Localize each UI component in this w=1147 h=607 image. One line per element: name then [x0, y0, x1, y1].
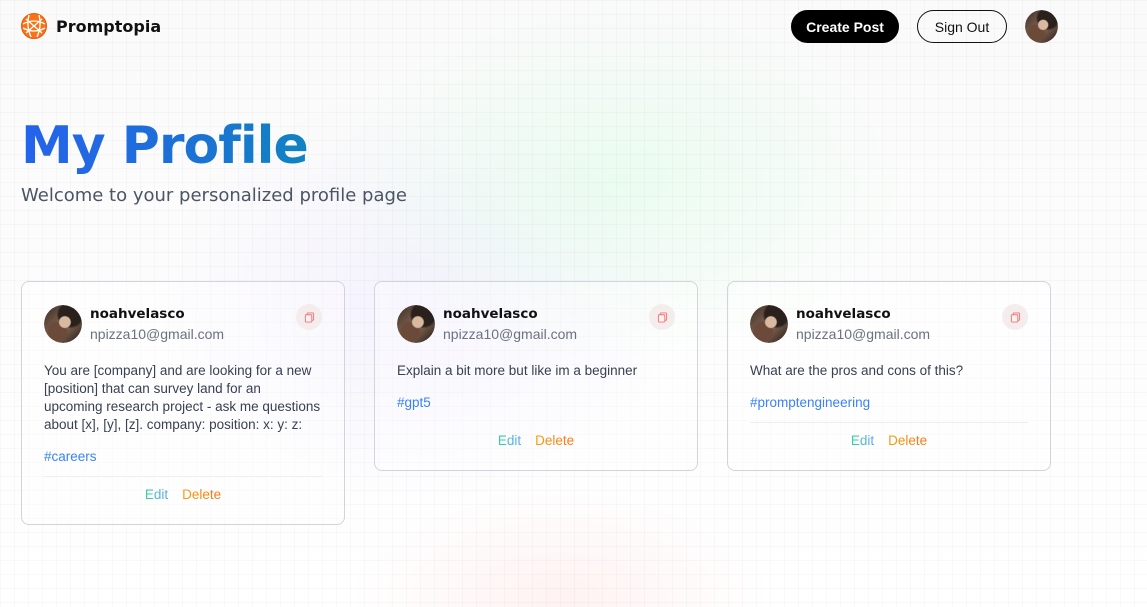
- card-header: noahvelasco npizza10@gmail.com: [397, 304, 675, 344]
- username: noahvelasco: [796, 306, 891, 322]
- app-name: Promptopia: [56, 16, 162, 36]
- user-email: npizza10@gmail.com: [443, 326, 578, 342]
- card-header: noahvelasco npizza10@gmail.com: [44, 304, 322, 344]
- user-avatar[interactable]: [397, 305, 435, 343]
- delete-button[interactable]: Delete: [535, 433, 574, 448]
- card-actions: Edit Delete: [44, 476, 322, 518]
- prompt-card: noahvelasco npizza10@gmail.com You are […: [21, 281, 345, 525]
- user-avatar[interactable]: [750, 305, 788, 343]
- copy-icon: [304, 311, 314, 323]
- profile-avatar[interactable]: [1025, 10, 1058, 43]
- edit-button[interactable]: Edit: [498, 433, 521, 448]
- avatar-image: [1025, 10, 1058, 43]
- edit-button[interactable]: Edit: [145, 487, 168, 502]
- sign-out-button[interactable]: Sign Out: [917, 10, 1007, 43]
- username: noahvelasco: [90, 306, 185, 322]
- prompt-tag[interactable]: #gpt5: [397, 394, 675, 412]
- prompt-card: noahvelasco npizza10@gmail.com What are …: [727, 281, 1051, 471]
- copy-icon: [1010, 311, 1020, 323]
- username: noahvelasco: [443, 306, 538, 322]
- delete-button[interactable]: Delete: [888, 433, 927, 448]
- prompt-text: What are the pros and cons of this?: [750, 363, 964, 378]
- card-actions: Edit Delete: [750, 422, 1028, 464]
- copy-button[interactable]: [296, 304, 322, 330]
- top-nav: Promptopia Create Post Sign Out: [0, 0, 1147, 54]
- user-avatar[interactable]: [44, 305, 82, 343]
- prompt-text: Explain a bit more but like im a beginne…: [397, 363, 638, 378]
- avatar-image: [397, 305, 435, 343]
- user-email: npizza10@gmail.com: [796, 326, 931, 342]
- profile-header: My Profile Welcome to your personalized …: [21, 117, 407, 207]
- prompt-tag[interactable]: #promptengineering: [750, 394, 1028, 412]
- edit-button[interactable]: Edit: [851, 433, 874, 448]
- prompt-text: You are [company] and are looking for a …: [44, 363, 321, 432]
- page-title: My Profile: [21, 117, 407, 175]
- avatar-image: [750, 305, 788, 343]
- prompt-card: noahvelasco npizza10@gmail.com Explain a…: [374, 281, 698, 471]
- card-header: noahvelasco npizza10@gmail.com: [750, 304, 1028, 344]
- logo-icon: [21, 13, 47, 39]
- card-actions: Edit Delete: [397, 422, 675, 464]
- logo-link[interactable]: Promptopia: [20, 12, 161, 40]
- delete-button[interactable]: Delete: [182, 487, 221, 502]
- user-info: noahvelasco npizza10@gmail.com: [443, 304, 577, 344]
- create-post-button[interactable]: Create Post: [791, 10, 899, 43]
- avatar-image: [44, 305, 82, 343]
- copy-icon: [657, 311, 667, 323]
- user-info: noahvelasco npizza10@gmail.com: [90, 304, 224, 344]
- page-subtitle: Welcome to your personalized profile pag…: [21, 185, 407, 207]
- user-email: npizza10@gmail.com: [90, 326, 225, 342]
- prompt-tag[interactable]: #careers: [44, 448, 322, 466]
- user-info: noahvelasco npizza10@gmail.com: [796, 304, 930, 344]
- copy-button[interactable]: [649, 304, 675, 330]
- copy-button[interactable]: [1002, 304, 1028, 330]
